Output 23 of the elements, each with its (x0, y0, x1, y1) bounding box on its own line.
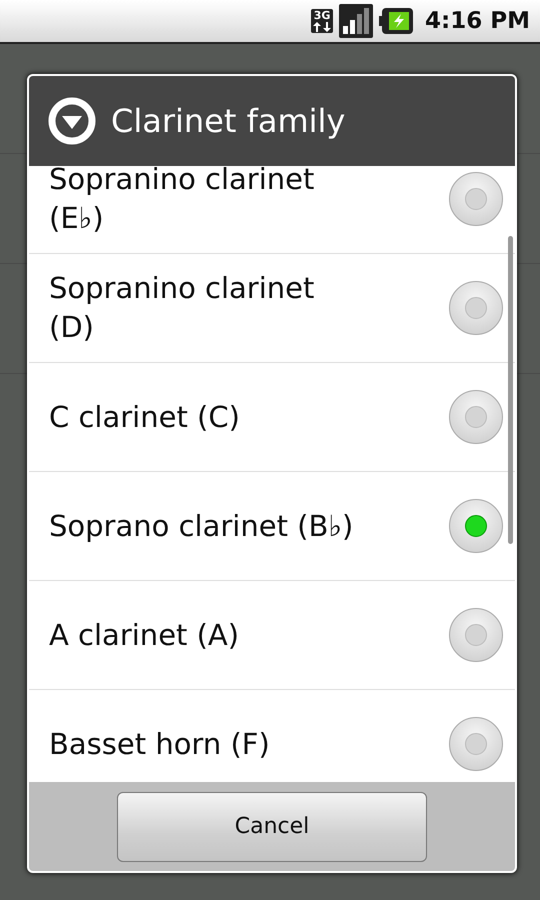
option-label: Basset horn (F) (49, 726, 270, 762)
option-row[interactable]: A clarinet (A) (29, 581, 515, 690)
dialog-title: Clarinet family (111, 102, 346, 140)
option-label: Sopranino clarinet (D) (49, 270, 316, 346)
clock: 4:16 PM (425, 8, 530, 34)
option-label: A clarinet (A) (49, 616, 240, 654)
network-label: 3G (314, 10, 330, 22)
cancel-button[interactable]: Cancel (117, 792, 427, 862)
radio-button[interactable] (449, 608, 503, 662)
battery-icon (379, 8, 414, 34)
radio-button[interactable] (449, 499, 503, 553)
option-label: C clarinet (C) (49, 398, 240, 436)
data-arrows-icon (313, 22, 332, 32)
radio-button[interactable] (449, 281, 503, 335)
radio-button[interactable] (449, 390, 503, 444)
radio-button[interactable] (449, 172, 503, 226)
dropdown-icon (47, 96, 97, 146)
option-label: Soprano clarinet (B♭) (49, 508, 354, 544)
radio-button[interactable] (449, 717, 503, 771)
option-label: Sopranino clarinet (E♭) (49, 166, 316, 237)
option-row[interactable]: Sopranino clarinet (E♭) (29, 166, 515, 254)
signal-icon (339, 4, 374, 38)
scrollbar[interactable] (508, 236, 513, 544)
